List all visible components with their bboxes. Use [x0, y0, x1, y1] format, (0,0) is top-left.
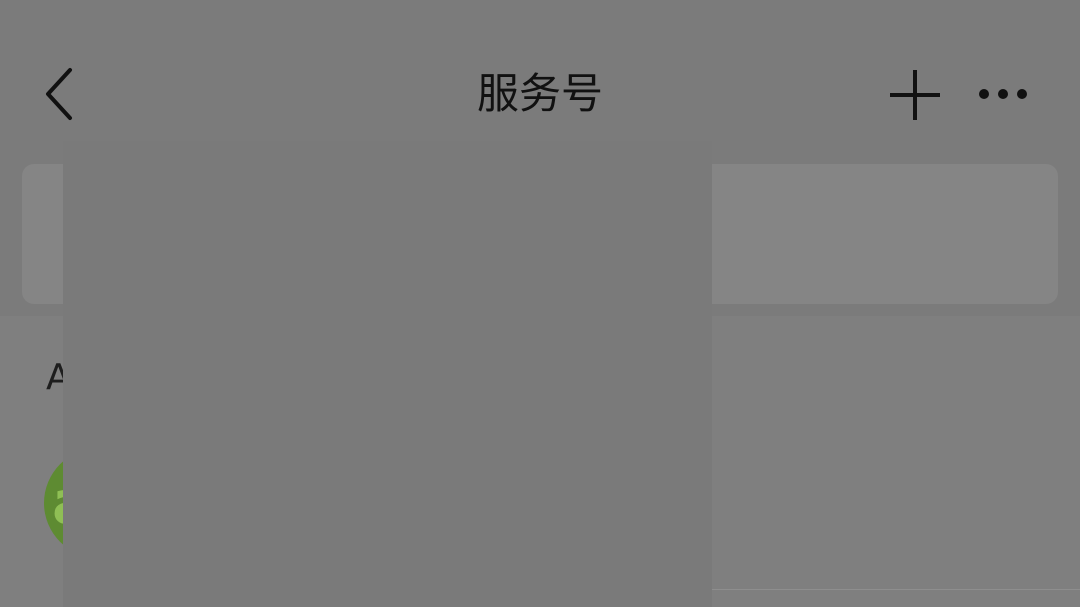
ellipsis-icon [979, 89, 1027, 99]
plus-icon [890, 70, 940, 120]
add-button[interactable] [884, 64, 946, 126]
divider [712, 589, 1080, 590]
service-accounts-page: 服务号 搜索 A [0, 0, 1080, 607]
redacted-region [63, 141, 712, 607]
more-button[interactable] [970, 72, 1036, 116]
